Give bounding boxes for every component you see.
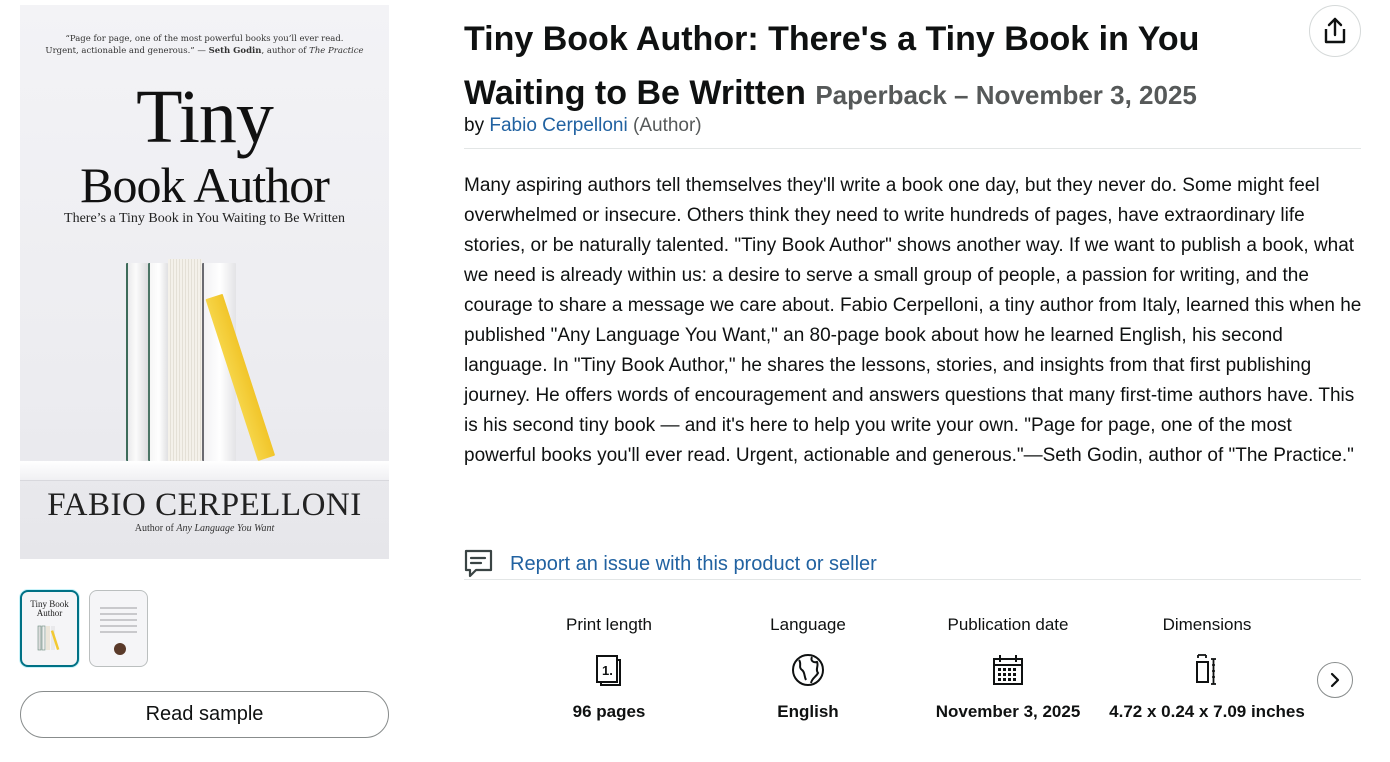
globe-icon (792, 654, 824, 686)
report-flag-icon (464, 549, 493, 578)
cover-author-of: Author of Any Language You Want (134, 523, 275, 534)
report-issue-text[interactable]: Report an issue with this product or sel… (510, 553, 877, 576)
book-pages-icon: 1. (596, 655, 621, 686)
chevron-right-icon (1330, 672, 1340, 688)
thumbnail-front-cover[interactable]: Tiny Book Author (20, 590, 79, 667)
detail-label: Dimensions (1162, 615, 1252, 634)
product-title: Tiny Book Author: There's a Tiny Book in… (464, 12, 1284, 122)
cover-title-line1: Tiny (136, 75, 274, 159)
detail-label: Language (770, 615, 846, 634)
detail-value: English (777, 702, 839, 721)
dimensions-icon (1196, 654, 1216, 685)
divider-bottom (464, 579, 1361, 580)
byline-prefix: by (464, 115, 485, 136)
detail-value: November 3, 2025 (935, 702, 1081, 721)
cover-shelf (20, 461, 389, 481)
cover-subtitle: There’s a Tiny Book in You Waiting to Be… (64, 211, 345, 226)
product-description: Many aspiring authors tell themselves th… (464, 175, 1362, 466)
product-format: Paperback – November 3, 2025 (815, 80, 1197, 110)
detail-label: Publication date (947, 615, 1069, 634)
calendar-icon (993, 655, 1023, 685)
author-byline: by Fabio Cerpelloni (Author) (464, 115, 702, 137)
svg-text:1.: 1. (602, 663, 613, 678)
read-sample-button[interactable]: Read sample (20, 691, 389, 738)
detail-publication-date: Publication date November 3, 2025 (908, 610, 1108, 724)
cover-blurb: “Page for page, one of the most powerful… (45, 34, 364, 56)
divider-top (464, 148, 1361, 149)
cover-blurb-author: Seth Godin (208, 46, 262, 56)
detail-value: 96 pages (572, 702, 646, 721)
share-button[interactable] (1309, 5, 1361, 57)
cover-title-line2: Book Author (80, 157, 330, 213)
detail-value: 4.72 x 0.24 x 7.09 inches (1109, 702, 1305, 721)
thumbnail-back-text (100, 607, 137, 637)
thumbnail-books-icon (37, 625, 60, 651)
share-icon (1324, 17, 1346, 44)
thumbnail-author-photo (114, 643, 126, 655)
author-role: (Author) (633, 115, 702, 136)
product-details-carousel: Print length 1. 96 pages Language Englis… (509, 610, 1309, 760)
report-issue-link[interactable]: Report an issue with this product or sel… (464, 549, 877, 579)
thumbnail-title: Tiny Book Author (30, 599, 69, 618)
cover-author-name: FABIO CERPELLONI (47, 487, 362, 523)
detail-label: Print length (566, 615, 652, 634)
detail-dimensions: Dimensions 4.72 x 0.24 x 7.09 inches (1107, 610, 1307, 724)
detail-print-length: Print length 1. 96 pages (509, 610, 709, 724)
thumbnail-back-cover[interactable] (89, 590, 148, 667)
detail-language: Language English (708, 610, 908, 724)
author-link[interactable]: Fabio Cerpelloni (489, 115, 627, 136)
image-thumbnails: Tiny Book Author (20, 590, 148, 667)
book-cover-image[interactable]: “Page for page, one of the most powerful… (20, 5, 389, 559)
details-next-button[interactable] (1317, 662, 1353, 698)
